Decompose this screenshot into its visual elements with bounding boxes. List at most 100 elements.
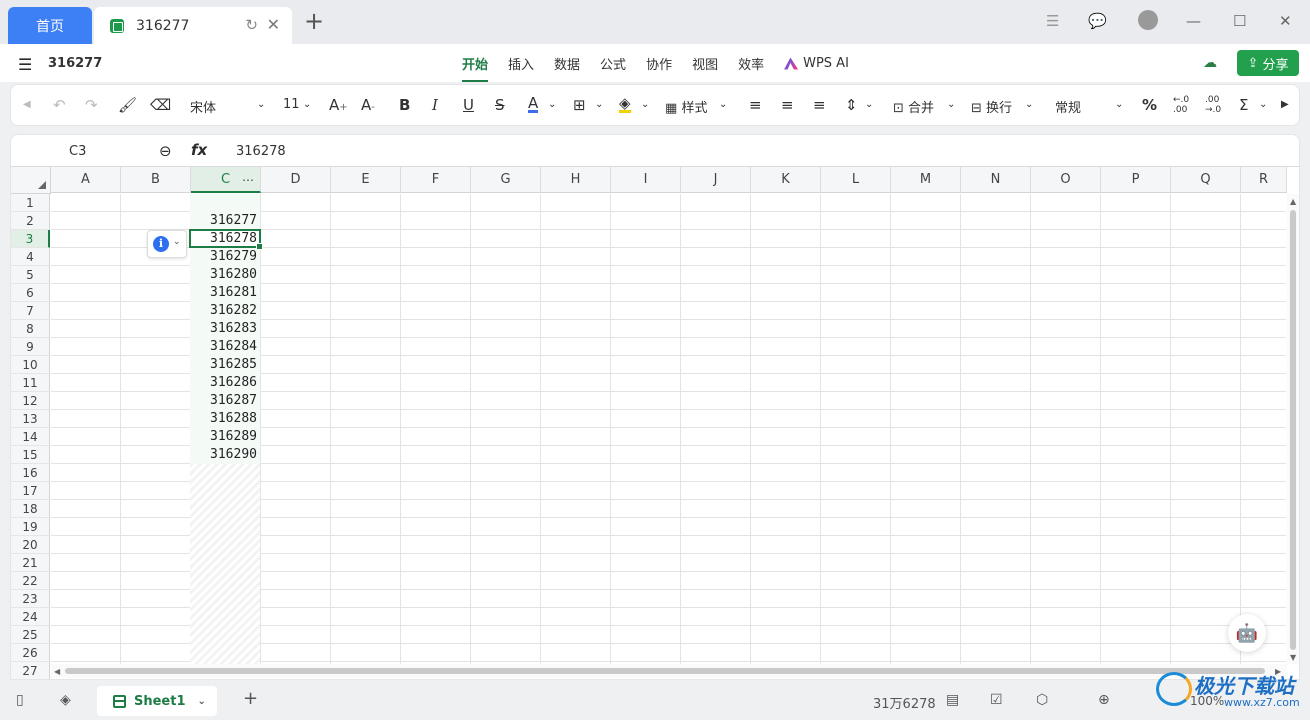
tab-formula[interactable]: 公式 [600, 54, 626, 73]
row-header-1[interactable]: 1 [11, 194, 50, 212]
redo-icon[interactable]: ↷ [85, 96, 98, 114]
row-header-12[interactable]: 12 [11, 392, 50, 410]
cell-c13[interactable]: 316288 [190, 410, 260, 428]
column-more-icon[interactable]: ⋯ [242, 167, 254, 193]
row-header-7[interactable]: 7 [11, 302, 50, 320]
new-tab-button[interactable]: + [304, 9, 324, 33]
row-header-27[interactable]: 27 [11, 662, 50, 679]
chevron-down-icon[interactable]: ⌄ [947, 99, 955, 110]
column-header-e[interactable]: E [331, 167, 401, 193]
close-tab-icon[interactable]: ✕ [267, 15, 280, 34]
add-sheet-button[interactable]: + [243, 688, 258, 709]
column-header-f[interactable]: F [401, 167, 471, 193]
cloud-sync-icon[interactable]: ☁ [1203, 55, 1217, 71]
tab-view[interactable]: 视图 [692, 54, 718, 73]
chevron-down-icon[interactable]: ⌄ [1259, 99, 1267, 110]
tab-start[interactable]: 开始 [462, 54, 489, 82]
cell-c2[interactable]: 316277 [190, 212, 260, 230]
cell-c6[interactable]: 316281 [190, 284, 260, 302]
cell-c4[interactable]: 316279 [190, 248, 260, 266]
row-header-2[interactable]: 2 [11, 212, 50, 230]
view-mode-icon[interactable]: ⬡ [1036, 692, 1048, 708]
row-header-8[interactable]: 8 [11, 320, 50, 338]
row-header-19[interactable]: 19 [11, 518, 50, 536]
decrease-decimal-icon[interactable]: .00 →.0 [1205, 95, 1221, 115]
number-format-select[interactable]: 常规 [1055, 97, 1081, 116]
borders-icon[interactable]: ⊞ [573, 96, 586, 114]
row-header-6[interactable]: 6 [11, 284, 50, 302]
cell-c12[interactable]: 316287 [190, 392, 260, 410]
column-header-p[interactable]: P [1101, 167, 1171, 193]
row-header-23[interactable]: 23 [11, 590, 50, 608]
cell-c5[interactable]: 316280 [190, 266, 260, 284]
avatar[interactable] [1138, 10, 1158, 30]
column-header-k[interactable]: K [751, 167, 821, 193]
tab-collab[interactable]: 协作 [646, 54, 672, 73]
layers-icon[interactable]: ◈ [60, 692, 71, 708]
strikethrough-icon[interactable]: S [495, 96, 505, 114]
scroll-left-icon[interactable]: ◀ [23, 99, 31, 110]
protect-icon[interactable]: ☑ [990, 692, 1003, 708]
column-header-b[interactable]: B [121, 167, 191, 193]
sidebar-toggle-icon[interactable]: ▯ [16, 692, 24, 708]
row-header-16[interactable]: 16 [11, 464, 50, 482]
status-options-icon[interactable]: ▤ [946, 692, 959, 708]
underline-icon[interactable]: U [463, 96, 474, 114]
align-center-icon[interactable]: ≡ [781, 96, 794, 114]
home-tab[interactable]: 首页 [8, 7, 92, 44]
scroll-down-icon[interactable]: ▼ [1290, 653, 1296, 662]
share-button[interactable]: ⇪ 分享 [1237, 50, 1299, 76]
row-header-13[interactable]: 13 [11, 410, 50, 428]
row-header-5[interactable]: 5 [11, 266, 50, 284]
document-tab[interactable]: 316277 ↻ ✕ [94, 7, 292, 44]
column-header-d[interactable]: D [261, 167, 331, 193]
cell-c11[interactable]: 316286 [190, 374, 260, 392]
row-header-15[interactable]: 15 [11, 446, 50, 464]
align-left-icon[interactable]: ≡ [749, 96, 762, 114]
column-header-a[interactable]: A [51, 167, 121, 193]
align-right-icon[interactable]: ≡ [813, 96, 826, 114]
chevron-down-icon[interactable]: ⌄ [865, 99, 873, 110]
row-header-20[interactable]: 20 [11, 536, 50, 554]
column-header-m[interactable]: M [891, 167, 961, 193]
bold-icon[interactable]: B [399, 96, 410, 114]
column-header-g[interactable]: G [471, 167, 541, 193]
tab-efficiency[interactable]: 效率 [738, 54, 764, 73]
cell-c8[interactable]: 316283 [190, 320, 260, 338]
chat-icon[interactable]: 💬 [1088, 12, 1107, 30]
vertical-align-icon[interactable]: ⇕ [845, 96, 858, 114]
spreadsheet-grid[interactable]: A B C ⋯ D E F G H I J K L M N O P Q R 1 2 3 4 5 6 7 8 9 10 11 12 13 14 1… [10, 166, 1300, 680]
cell-c7[interactable]: 316282 [190, 302, 260, 320]
chevron-down-icon[interactable]: ⌄ [303, 99, 311, 110]
chevron-down-icon[interactable]: ⌄ [641, 99, 649, 110]
sum-icon[interactable]: Σ [1239, 96, 1248, 114]
select-all-corner[interactable] [11, 167, 51, 194]
font-size-select[interactable]: 11 [283, 97, 300, 112]
function-icon[interactable]: fx [191, 141, 207, 159]
chevron-down-icon[interactable]: ⌄ [1115, 99, 1123, 110]
formula-input[interactable]: 316278 [236, 144, 286, 159]
scroll-left-icon[interactable]: ◀ [54, 667, 60, 676]
font-name-select[interactable]: 宋体 [190, 97, 216, 116]
chevron-down-icon[interactable]: ⌄ [257, 99, 265, 110]
cell-c3[interactable]: 316278 [190, 230, 260, 248]
freeze-icon[interactable]: ⊕ [1098, 692, 1110, 708]
italic-icon[interactable]: I [432, 96, 438, 114]
row-header-11[interactable]: 11 [11, 374, 50, 392]
column-header-r[interactable]: R [1241, 167, 1287, 193]
vertical-scrollbar[interactable]: ▲ ▼ [1287, 194, 1299, 664]
tab-wps-ai[interactable]: WPS AI [784, 54, 849, 73]
column-header-q[interactable]: Q [1171, 167, 1241, 193]
chevron-down-icon[interactable]: ⌄ [548, 99, 556, 110]
style-button[interactable]: ▦ 样式 [665, 97, 707, 116]
row-header-3[interactable]: 3 [11, 230, 50, 248]
column-header-n[interactable]: N [961, 167, 1031, 193]
column-header-l[interactable]: L [821, 167, 891, 193]
row-header-10[interactable]: 10 [11, 356, 50, 374]
row-header-14[interactable]: 14 [11, 428, 50, 446]
info-popup-button[interactable]: i ⌄ [147, 230, 187, 258]
vertical-scroll-thumb[interactable] [1290, 210, 1296, 650]
decrease-font-icon[interactable]: A- [361, 96, 375, 114]
font-color-icon[interactable]: A [528, 96, 539, 113]
row-header-17[interactable]: 17 [11, 482, 50, 500]
